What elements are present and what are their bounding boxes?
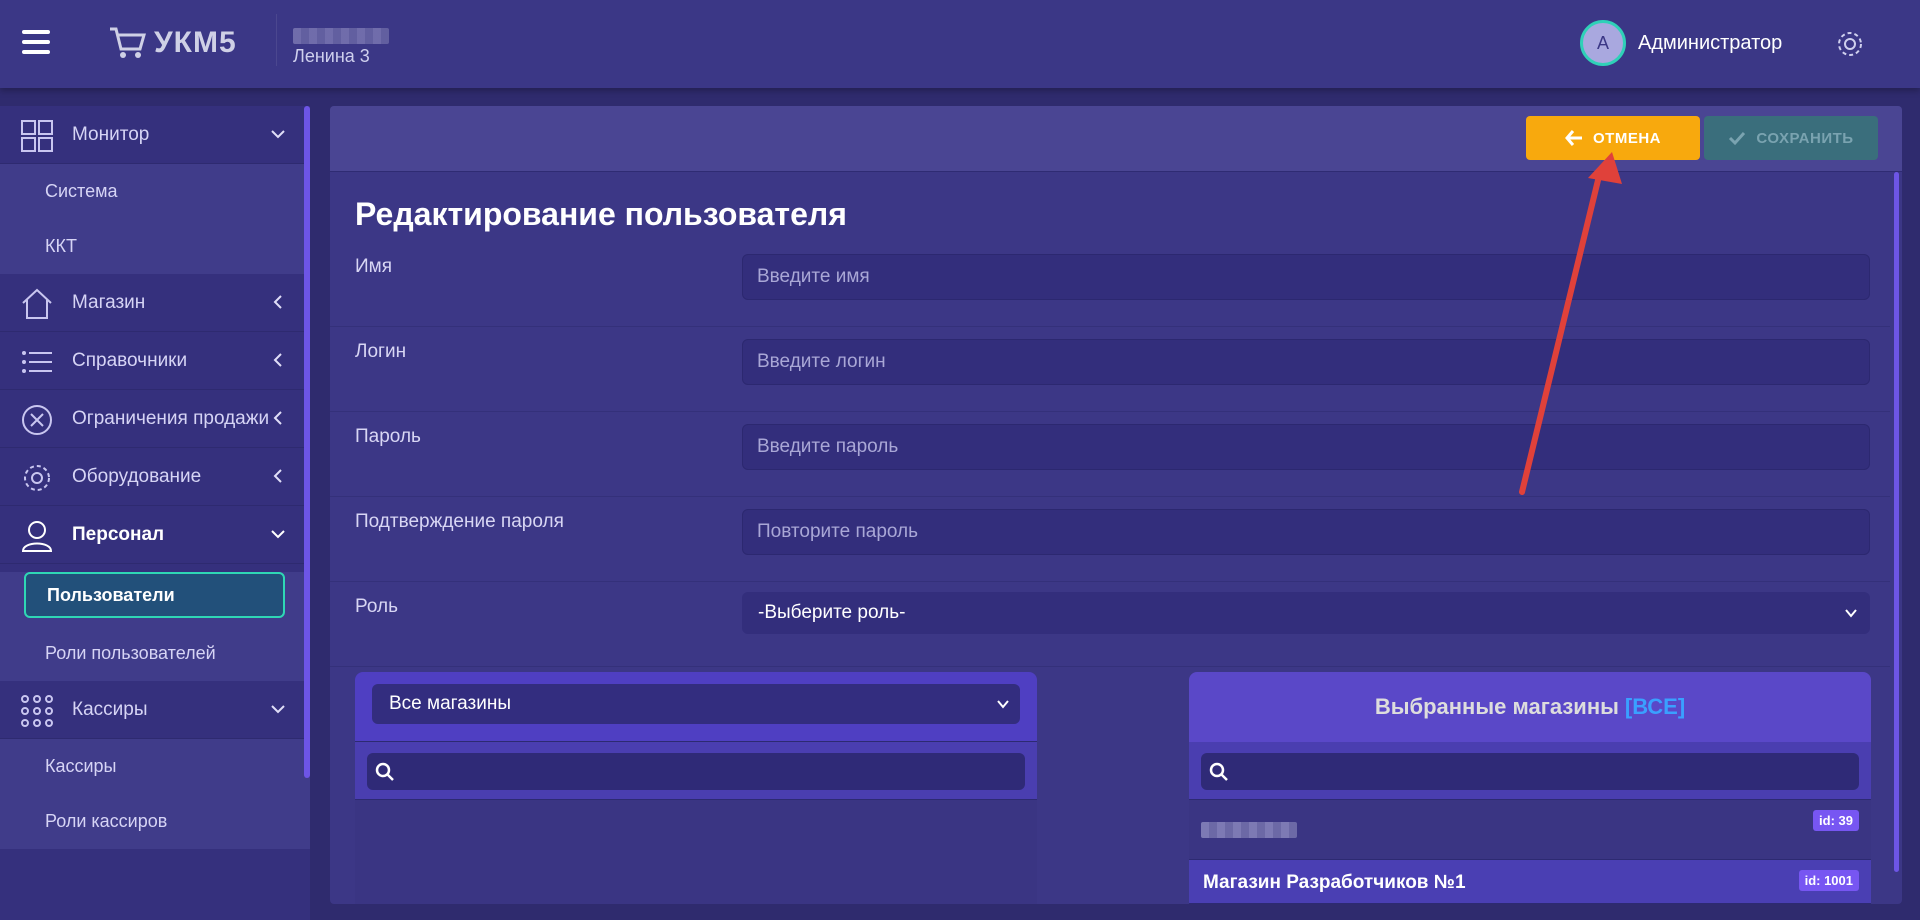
selected-stores-header: Выбранные магазины [ВСЕ] <box>1189 672 1871 742</box>
store-id-badge: id: 39 <box>1813 810 1859 831</box>
chevron-left-icon <box>273 411 282 425</box>
user-name: Администратор <box>1638 31 1783 54</box>
logo-text: УКМ5 <box>154 26 237 59</box>
form-row-login: Логин <box>330 327 1890 412</box>
list-item[interactable]: Магазин Разработчиков №1 id: 1001 <box>1189 860 1871 904</box>
chevron-down-icon <box>271 530 285 539</box>
check-icon <box>1729 131 1746 146</box>
user-icon <box>21 521 53 552</box>
chevron-left-icon <box>273 469 282 483</box>
sidebar-group-label: Оборудование <box>72 465 202 487</box>
sidebar-item-kkt[interactable]: ККТ <box>0 219 310 274</box>
sidebar-group-restrictions[interactable]: Ограничения продажи <box>0 390 310 448</box>
sidebar-item-cashier-roles[interactable]: Роли кассиров <box>0 794 310 849</box>
cancel-button[interactable]: ОТМЕНА <box>1526 116 1700 160</box>
grid-icon <box>21 120 53 152</box>
list-icon <box>22 351 52 373</box>
logo[interactable]: УКМ5 <box>108 24 237 62</box>
sidebar-group-store[interactable]: Магазин <box>0 274 310 332</box>
sidebar-group-label: Кассиры <box>72 698 148 720</box>
field-label: Подтверждение пароля <box>355 511 564 532</box>
login-input[interactable] <box>742 339 1870 385</box>
save-button[interactable]: СОХРАНИТЬ <box>1704 116 1878 160</box>
store-address-blurred <box>293 28 389 44</box>
search-icon <box>375 762 394 781</box>
cancel-button-label: ОТМЕНА <box>1593 129 1661 147</box>
selected-stores-search-input[interactable] <box>1201 753 1859 790</box>
selected-stores-panel: Выбранные магазины [ВСЕ] id: 39 Магазин … <box>1189 672 1871 904</box>
store-id-badge: id: 1001 <box>1798 870 1859 891</box>
field-label: Имя <box>355 256 393 277</box>
store-name-blurred <box>1201 822 1297 838</box>
password-confirm-input[interactable] <box>742 509 1870 555</box>
settings-gear-icon[interactable] <box>1834 28 1866 60</box>
main-scrollbar[interactable] <box>1894 172 1899 872</box>
store-info: Ленина 3 <box>276 14 389 66</box>
form-row-name: Имя <box>330 242 1890 327</box>
top-bar: УКМ5 Ленина 3 А Администратор <box>0 0 1920 88</box>
chevron-down-icon <box>1845 609 1857 618</box>
selected-stores-search-row <box>1189 742 1871 800</box>
sidebar-group-label: Ограничения продажи <box>72 407 270 429</box>
sidebar-group-monitor[interactable]: Монитор <box>0 106 310 164</box>
sidebar-item-users[interactable]: Пользователи <box>24 572 285 618</box>
field-label: Логин <box>355 341 407 362</box>
sidebar-group-label: Справочники <box>72 349 188 371</box>
field-label: Пароль <box>355 426 421 447</box>
sidebar-group-staff[interactable]: Персонал <box>0 506 310 564</box>
all-stores-search-row <box>355 742 1037 800</box>
chevron-left-icon <box>273 295 282 309</box>
store-filter-value: Все магазины <box>389 693 511 714</box>
form-row-role: Роль -Выберите роль- <box>330 582 1890 667</box>
sidebar-group-label: Магазин <box>72 291 146 313</box>
cross-circle-icon <box>22 405 52 435</box>
chevron-down-icon <box>271 705 285 714</box>
sidebar-item-cashiers[interactable]: Кассиры <box>0 739 310 794</box>
store-filter-select[interactable]: Все магазины <box>372 684 1020 724</box>
user-menu[interactable]: А Администратор <box>1580 20 1782 66</box>
sidebar-group-cashiers[interactable]: Кассиры <box>0 681 310 739</box>
role-select-value: -Выберите роль- <box>758 602 906 623</box>
form-row-password: Пароль <box>330 412 1890 497</box>
list-item[interactable]: id: 39 <box>1189 800 1871 860</box>
chevron-down-icon <box>997 700 1009 709</box>
field-label: Роль <box>355 596 398 617</box>
password-input[interactable] <box>742 424 1870 470</box>
edit-user-panel: ОТМЕНА СОХРАНИТЬ Редактирование пользова… <box>330 106 1902 904</box>
sidebar-submenu-cashiers: Кассиры Роли кассиров <box>0 739 310 849</box>
form-row-password-confirm: Подтверждение пароля <box>330 497 1890 582</box>
gear-icon <box>24 465 50 491</box>
page-title: Редактирование пользователя <box>355 196 847 232</box>
home-icon <box>22 288 52 319</box>
name-input[interactable] <box>742 254 1870 300</box>
sidebar-item-system[interactable]: Система <box>0 164 310 219</box>
all-stores-header: Все магазины <box>355 672 1037 742</box>
sidebar-group-equipment[interactable]: Оборудование <box>0 448 310 506</box>
sidebar: Монитор Система ККТ Магазин Справочники … <box>0 106 310 920</box>
sidebar-scrollbar[interactable] <box>304 106 310 778</box>
panel-toolbar: ОТМЕНА СОХРАНИТЬ <box>330 106 1902 172</box>
selected-stores-title: Выбранные магазины <box>1374 694 1619 719</box>
sidebar-group-directories[interactable]: Справочники <box>0 332 310 390</box>
chevron-down-icon <box>271 130 285 139</box>
sidebar-group-label: Монитор <box>72 123 150 145</box>
select-all-link[interactable]: [ВСЕ] <box>1625 694 1685 720</box>
role-select[interactable]: -Выберите роль- <box>742 592 1870 634</box>
store-name: Магазин Разработчиков №1 <box>1203 872 1466 893</box>
avatar: А <box>1580 20 1626 66</box>
all-stores-panel: Все магазины <box>355 672 1037 904</box>
search-icon <box>1209 762 1228 781</box>
save-button-label: СОХРАНИТЬ <box>1756 129 1854 147</box>
sidebar-group-label: Персонал <box>72 523 165 545</box>
arrow-left-icon <box>1565 130 1582 146</box>
sidebar-submenu-staff: Пользователи Роли пользователей <box>0 572 310 681</box>
sidebar-item-user-roles[interactable]: Роли пользователей <box>0 626 310 681</box>
dots-grid-icon <box>21 695 53 727</box>
store-name: Ленина 3 <box>293 46 370 66</box>
cart-icon <box>110 27 146 58</box>
all-stores-search-input[interactable] <box>367 753 1025 790</box>
sidebar-submenu-monitor: Система ККТ <box>0 164 310 274</box>
chevron-left-icon <box>273 353 282 367</box>
menu-icon[interactable] <box>22 30 50 54</box>
